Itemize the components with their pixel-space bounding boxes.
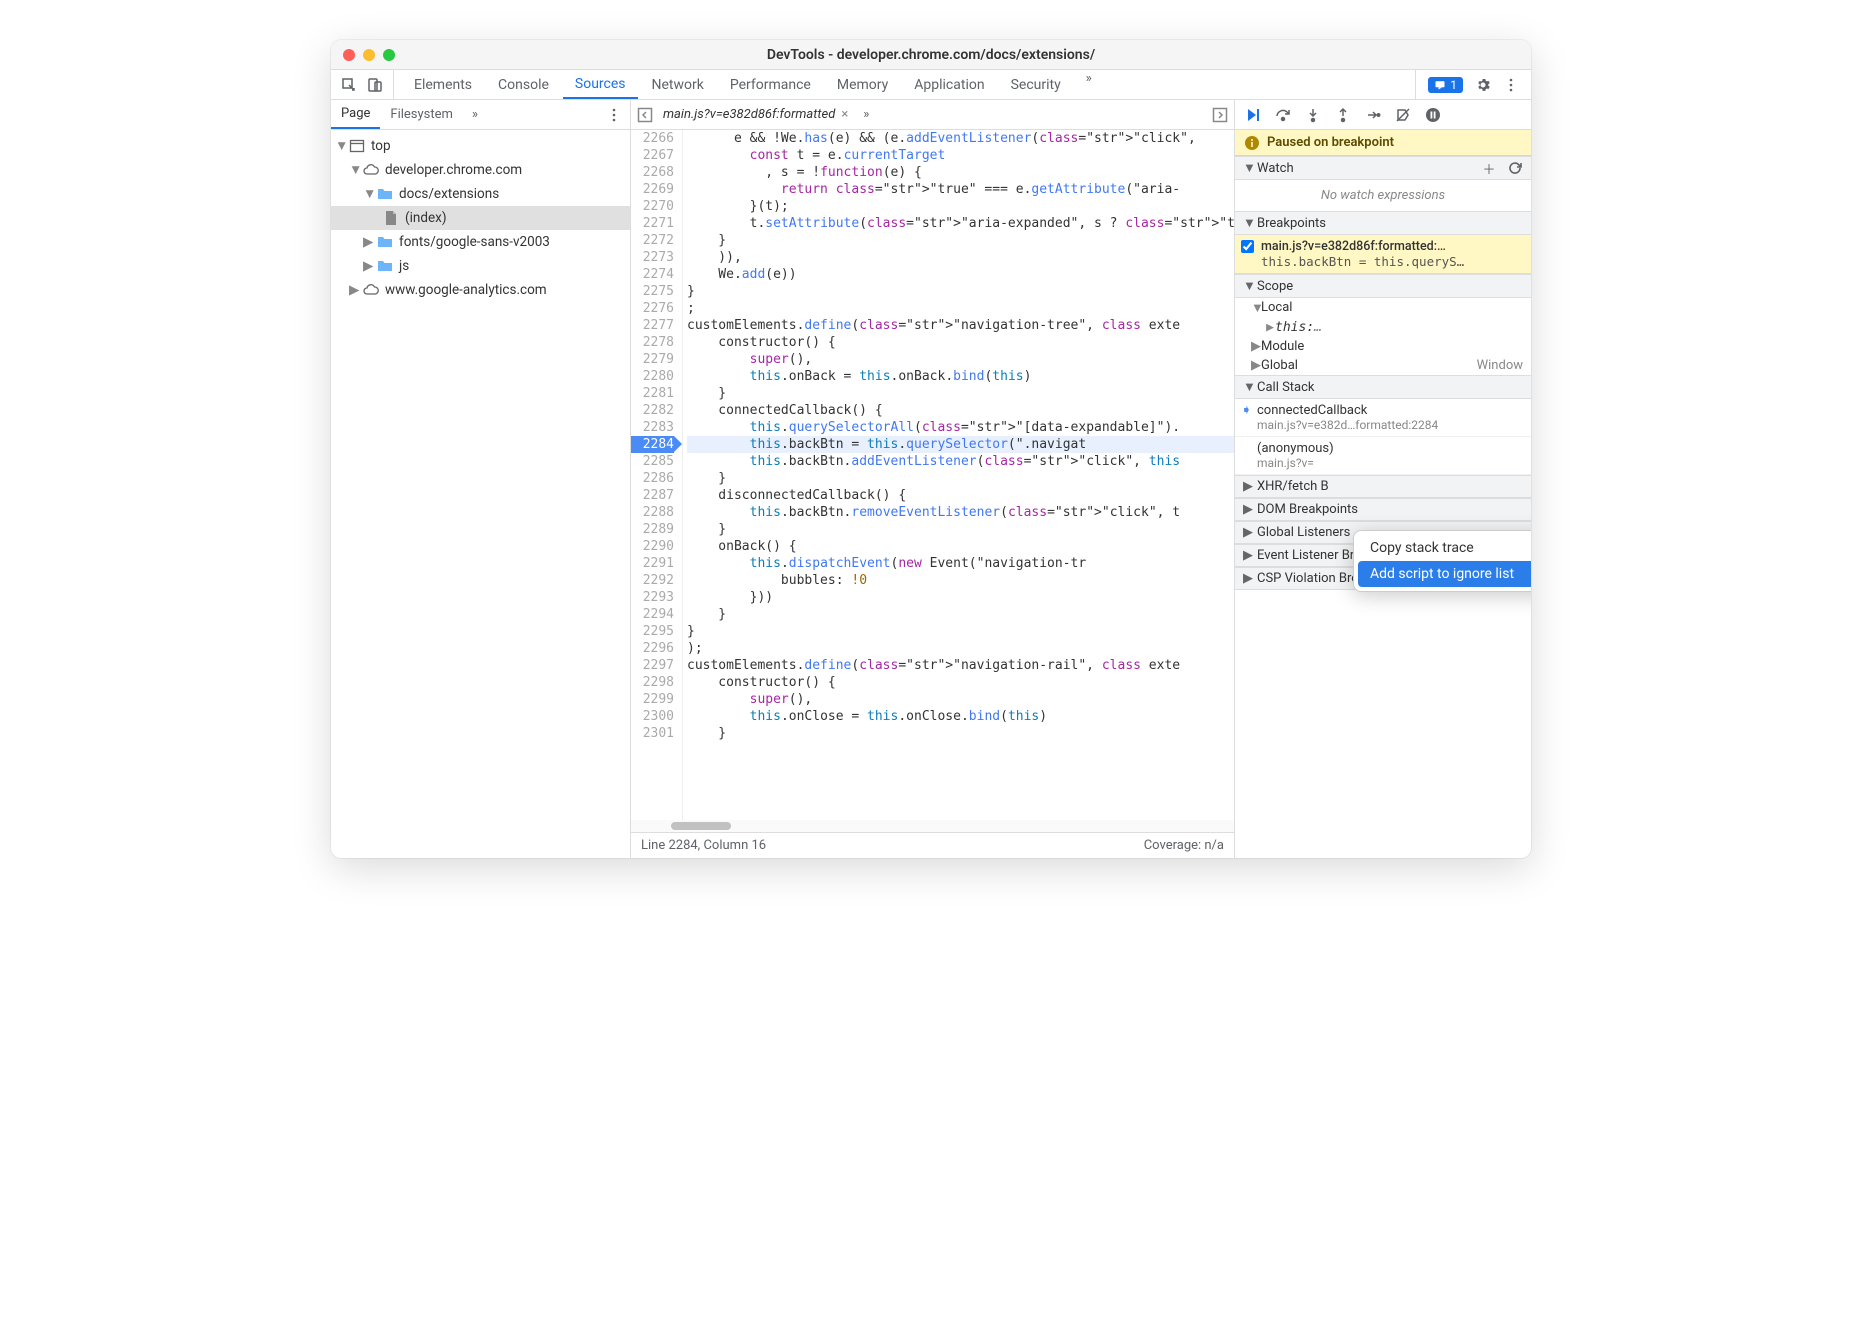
tab-console[interactable]: Console: [486, 70, 561, 99]
tree-folder-docs[interactable]: ▼docs/extensions: [331, 182, 630, 206]
code-editor[interactable]: 2266226722682269227022712272227322742275…: [631, 130, 1234, 820]
tree-file-index[interactable]: (index): [331, 206, 630, 230]
navigator-menu-icon[interactable]: [606, 107, 622, 123]
tab-performance[interactable]: Performance: [718, 70, 823, 99]
tree-folder-fonts[interactable]: ▶fonts/google-sans-v2003: [331, 230, 630, 254]
more-tabs-icon[interactable]: »: [1081, 70, 1097, 86]
step-icon[interactable]: [1365, 107, 1381, 123]
cursor-position: Line 2284, Column 16: [641, 838, 766, 853]
watch-empty: No watch expressions: [1235, 180, 1531, 211]
minimize-window-button[interactable]: [363, 49, 375, 61]
editor-file-tab[interactable]: main.js?v=e382d86f:formatted ×: [657, 100, 854, 129]
tab-security[interactable]: Security: [999, 70, 1073, 99]
code-content[interactable]: e && !We.has(e) && (e.addEventListener(c…: [683, 130, 1234, 820]
tab-elements[interactable]: Elements: [402, 70, 484, 99]
scope-body: ▼Local ▶this: … ▶Module ▶GlobalWindow: [1235, 298, 1531, 375]
scope-global[interactable]: ▶GlobalWindow: [1235, 356, 1531, 375]
devtools-window: DevTools - developer.chrome.com/docs/ext…: [331, 40, 1531, 858]
line-gutter[interactable]: 2266226722682269227022712272227322742275…: [631, 130, 683, 820]
step-into-icon[interactable]: [1305, 107, 1321, 123]
editor-statusbar: Line 2284, Column 16 Coverage: n/a: [631, 832, 1234, 858]
breakpoint-item[interactable]: main.js?v=e382d86f:formatted:… this.back…: [1235, 235, 1531, 274]
window-controls: [343, 49, 395, 61]
tab-memory[interactable]: Memory: [825, 70, 900, 99]
breakpoint-checkbox[interactable]: [1241, 240, 1254, 253]
dom-breakpoints-header[interactable]: ▶DOM Breakpoints: [1235, 498, 1531, 521]
ctx-copy-stack-trace[interactable]: Copy stack trace: [1358, 535, 1531, 561]
xhr-breakpoints-header[interactable]: ▶XHR/fetch B: [1235, 475, 1531, 498]
tree-folder-js[interactable]: ▶js: [331, 254, 630, 278]
breakpoint-location: main.js?v=e382d86f:formatted:…: [1261, 239, 1523, 254]
settings-gear-icon[interactable]: [1475, 77, 1491, 93]
navigator-panel: Page Filesystem » ▼top ▼developer.chrome…: [331, 100, 631, 858]
step-over-icon[interactable]: [1275, 107, 1291, 123]
paused-text: Paused on breakpoint: [1267, 135, 1394, 150]
close-window-button[interactable]: [343, 49, 355, 61]
maximize-window-button[interactable]: [383, 49, 395, 61]
add-watch-icon[interactable]: ＋: [1481, 160, 1497, 176]
scope-local[interactable]: ▼Local: [1235, 298, 1531, 318]
step-out-icon[interactable]: [1335, 107, 1351, 123]
window-title: DevTools - developer.chrome.com/docs/ext…: [767, 47, 1095, 63]
callstack-frame-0[interactable]: connectedCallback main.js?v=e382d…format…: [1235, 399, 1531, 437]
pause-exceptions-icon[interactable]: [1425, 107, 1441, 123]
ctx-add-to-ignore-list[interactable]: Add script to ignore list: [1358, 561, 1531, 587]
debugger-panel: Paused on breakpoint ▼Watch ＋ No watch e…: [1235, 100, 1531, 858]
callstack-section-header[interactable]: ▼Call Stack: [1235, 375, 1531, 399]
editor-panel: main.js?v=e382d86f:formatted × » 2266226…: [631, 100, 1235, 858]
more-navigator-tabs-icon[interactable]: »: [467, 107, 483, 123]
tree-domain-analytics[interactable]: ▶www.google-analytics.com: [331, 278, 630, 302]
editor-tabbar: main.js?v=e382d86f:formatted × »: [631, 100, 1234, 130]
tab-application[interactable]: Application: [902, 70, 996, 99]
editor-file-name: main.js?v=e382d86f:formatted: [663, 107, 835, 122]
scrollbar-thumb[interactable]: [671, 822, 731, 830]
breakpoint-snippet: this.backBtn = this.queryS…: [1261, 254, 1523, 269]
tree-domain[interactable]: ▼developer.chrome.com: [331, 158, 630, 182]
nav-forward-icon[interactable]: [1212, 107, 1228, 123]
main-tabbar: Elements Console Sources Network Perform…: [331, 70, 1531, 100]
coverage-status: Coverage: n/a: [1144, 838, 1224, 853]
navigator-tab-page[interactable]: Page: [331, 100, 380, 129]
deactivate-breakpoints-icon[interactable]: [1395, 107, 1411, 123]
inspect-element-icon[interactable]: [341, 77, 357, 93]
kebab-menu-icon[interactable]: [1503, 77, 1519, 93]
device-toggle-icon[interactable]: [367, 77, 383, 93]
issues-badge[interactable]: 1: [1428, 77, 1463, 93]
watch-section-header[interactable]: ▼Watch ＋: [1235, 156, 1531, 180]
horizontal-scrollbar[interactable]: [631, 820, 1234, 832]
more-editor-tabs-icon[interactable]: »: [858, 107, 874, 123]
info-icon: [1245, 136, 1259, 150]
tab-sources[interactable]: Sources: [563, 70, 638, 99]
tab-network[interactable]: Network: [640, 70, 716, 99]
context-menu: Copy stack trace Add script to ignore li…: [1353, 530, 1531, 592]
file-tree: ▼top ▼developer.chrome.com ▼docs/extensi…: [331, 130, 630, 858]
scope-section-header[interactable]: ▼Scope: [1235, 274, 1531, 298]
breakpoints-section-header[interactable]: ▼Breakpoints: [1235, 211, 1531, 235]
paused-banner: Paused on breakpoint: [1235, 130, 1531, 156]
debugger-toolbar: [1235, 100, 1531, 130]
tree-top[interactable]: ▼top: [331, 134, 630, 158]
nav-back-icon[interactable]: [637, 107, 653, 123]
callstack-frame-1[interactable]: (anonymous) main.js?v=: [1235, 437, 1531, 475]
issues-count: 1: [1450, 78, 1457, 92]
scope-this[interactable]: ▶this: …: [1235, 318, 1531, 337]
resume-icon[interactable]: [1245, 107, 1261, 123]
navigator-tab-filesystem[interactable]: Filesystem: [380, 100, 463, 129]
refresh-watch-icon[interactable]: [1507, 160, 1523, 176]
close-tab-icon[interactable]: ×: [841, 107, 848, 122]
scope-module[interactable]: ▶Module: [1235, 337, 1531, 356]
titlebar: DevTools - developer.chrome.com/docs/ext…: [331, 40, 1531, 70]
